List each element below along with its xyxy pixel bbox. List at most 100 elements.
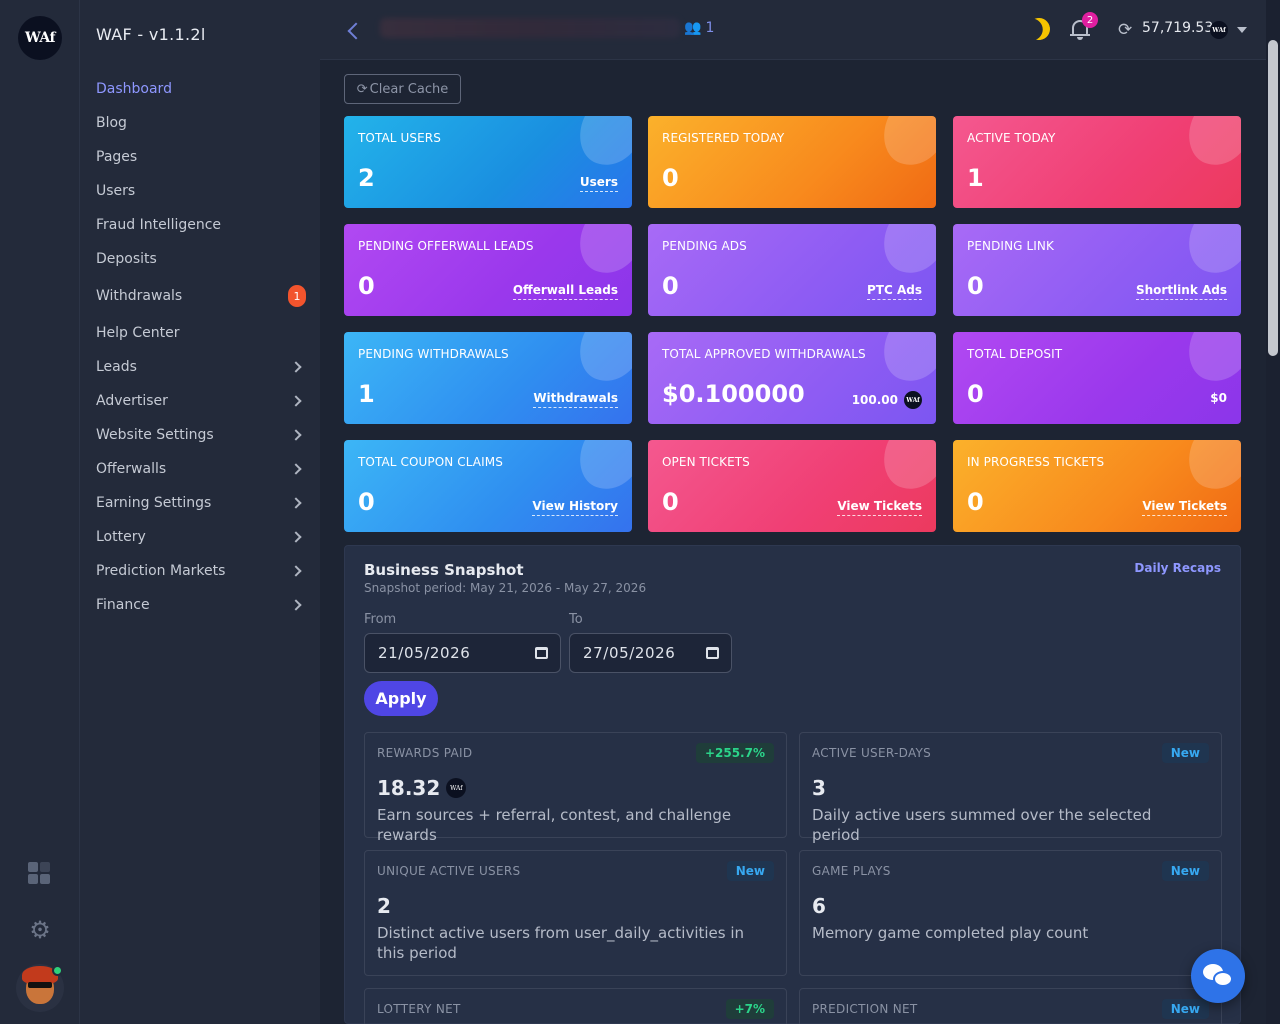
to-label: To <box>569 612 583 627</box>
sidebar-item-website-settings[interactable]: Website Settings <box>96 418 306 452</box>
withdrawals-count-badge: 1 <box>288 285 306 307</box>
card-pending-withdrawals: PENDING WITHDRAWALS 1 Withdrawals <box>344 332 632 424</box>
card-title: TOTAL COUPON CLAIMS <box>358 455 503 469</box>
sidebar-item-advertiser[interactable]: Advertiser <box>96 384 306 418</box>
blurred-announcement <box>380 18 680 38</box>
chat-bubble-icon <box>1213 971 1233 987</box>
sidebar-item-label: Website Settings <box>96 427 214 443</box>
card-value: 0 <box>967 380 984 408</box>
stat-new-badge: New <box>1161 999 1209 1019</box>
sidebar-item-help-center[interactable]: Help Center <box>96 316 306 350</box>
theme-toggle-moon-icon[interactable] <box>1025 15 1053 43</box>
chevron-right-icon <box>290 361 302 373</box>
stat-rewards-paid: REWARDS PAID +255.7% 18.32 WAf Earn sour… <box>364 732 787 844</box>
sidebar-item-lottery[interactable]: Lottery <box>96 520 306 554</box>
card-link-view-history[interactable]: View History <box>532 499 618 516</box>
clear-cache-button[interactable]: ⟳ Clear Cache <box>344 74 461 104</box>
snapshot-title: Business Snapshot <box>364 561 524 579</box>
card-title: PENDING ADS <box>662 239 747 253</box>
card-value: 1 <box>967 164 984 192</box>
online-users-count: 1 <box>705 20 715 36</box>
stat-title: GAME PLAYS <box>812 864 891 878</box>
dashboard-grid-icon[interactable] <box>28 862 52 886</box>
to-date-value: 27/05/2026 <box>583 644 676 662</box>
sidebar-item-label: Withdrawals <box>96 288 183 304</box>
stat-active-user-days: ACTIVE USER-DAYS New 3 Daily active user… <box>799 732 1222 844</box>
notification-count-badge: 2 <box>1082 12 1098 28</box>
calendar-icon[interactable] <box>706 647 719 659</box>
stat-description: Distinct active users from user_daily_ac… <box>377 924 745 962</box>
card-link-view-tickets[interactable]: View Tickets <box>1142 499 1227 516</box>
card-link-shortlink-ads[interactable]: Shortlink Ads <box>1135 283 1227 300</box>
sidebar-item-label: Help Center <box>96 325 180 341</box>
sidebar-item-prediction-markets[interactable]: Prediction Markets <box>96 554 306 588</box>
refresh-icon[interactable]: ⟳ <box>1118 20 1132 40</box>
card-link-ptc-ads[interactable]: PTC Ads <box>867 283 922 300</box>
stat-new-badge: New <box>726 861 774 881</box>
business-snapshot-panel: Business Snapshot Snapshot period: May 2… <box>344 545 1241 1024</box>
card-title: ACTIVE TODAY <box>967 131 1056 145</box>
card-value: 0 <box>967 272 984 300</box>
apply-button[interactable]: Apply <box>364 681 438 716</box>
card-link-withdrawals[interactable]: Withdrawals <box>533 391 618 408</box>
sidebar-item-leads[interactable]: Leads <box>96 350 306 384</box>
sidebar-item-label: Pages <box>96 149 138 165</box>
card-value: 0 <box>358 272 375 300</box>
card-value: 0 <box>662 164 679 192</box>
card-title: PENDING OFFERWALL LEADS <box>358 239 534 253</box>
card-value: 0 <box>358 488 375 516</box>
card-value: 1 <box>358 380 375 408</box>
stat-change-badge: +7% <box>725 999 774 1019</box>
card-open-tickets: OPEN TICKETS 0 View Tickets <box>648 440 936 532</box>
icon-rail: WAf ⚙ <box>0 0 80 1024</box>
sidebar-item-label: Lottery <box>96 529 146 545</box>
sidebar-item-finance[interactable]: Finance <box>96 588 306 622</box>
sidebar-item-offerwalls[interactable]: Offerwalls <box>96 452 306 486</box>
from-label: From <box>364 612 397 627</box>
card-link-users[interactable]: Users <box>579 175 618 192</box>
to-date-input[interactable]: 27/05/2026 <box>569 633 732 673</box>
card-total-coupon-claims: TOTAL COUPON CLAIMS 0 View History <box>344 440 632 532</box>
stat-description: Memory game completed play count <box>812 924 1089 942</box>
stat-game-plays: GAME PLAYS New 6 Memory game completed p… <box>799 850 1222 976</box>
from-date-input[interactable]: 21/05/2026 <box>364 633 561 673</box>
sidebar-item-label: Prediction Markets <box>96 563 226 579</box>
sidebar-item-label: Offerwalls <box>96 461 167 477</box>
sidebar-item-fraud-intelligence[interactable]: Fraud Intelligence <box>96 208 306 242</box>
coin-icon: WAf <box>904 391 922 409</box>
sidebar-item-earning-settings[interactable]: Earning Settings <box>96 486 306 520</box>
card-link-view-tickets[interactable]: View Tickets <box>837 499 922 516</box>
stat-change-badge: +255.7% <box>695 743 774 763</box>
calendar-icon[interactable] <box>535 647 548 659</box>
card-in-progress-tickets: IN PROGRESS TICKETS 0 View Tickets <box>953 440 1241 532</box>
gear-icon[interactable]: ⚙ <box>26 916 54 944</box>
sidebar-item-pages[interactable]: Pages <box>96 140 306 174</box>
stat-prediction-net: PREDICTION NET New <box>799 988 1222 1024</box>
card-coin-amount: 100.00 WAf <box>852 391 922 409</box>
balance-amount[interactable]: 57,719.53 <box>1142 20 1213 36</box>
stat-value: 3 <box>812 776 826 800</box>
sidebar-item-withdrawals[interactable]: Withdrawals 1 <box>96 276 306 316</box>
sidebar-item-deposits[interactable]: Deposits <box>96 242 306 276</box>
clear-cache-label: Clear Cache <box>369 81 449 97</box>
app-logo[interactable]: WAf <box>18 16 62 60</box>
back-arrow-icon[interactable] <box>346 20 360 40</box>
sidebar-item-dashboard[interactable]: Dashboard <box>96 72 306 106</box>
sidebar-item-label: Earning Settings <box>96 495 212 511</box>
chat-button[interactable] <box>1191 949 1245 1003</box>
stat-new-badge: New <box>1161 861 1209 881</box>
scrollbar-thumb[interactable] <box>1268 40 1278 356</box>
from-date-value: 21/05/2026 <box>378 644 471 662</box>
card-value: 0 <box>967 488 984 516</box>
stat-value: 6 <box>812 894 826 918</box>
sidebar: WAF - v1.1.2l Dashboard Blog Pages Users… <box>80 0 320 1024</box>
card-total-deposit: TOTAL DEPOSIT 0 $0 <box>953 332 1241 424</box>
sidebar-item-blog[interactable]: Blog <box>96 106 306 140</box>
card-title: TOTAL APPROVED WITHDRAWALS <box>662 347 866 361</box>
daily-recaps-link[interactable]: Daily Recaps <box>1134 561 1221 575</box>
sidebar-item-label: Deposits <box>96 251 157 267</box>
card-link-offerwall-leads[interactable]: Offerwall Leads <box>512 283 618 300</box>
sidebar-item-label: Finance <box>96 597 150 613</box>
sidebar-item-users[interactable]: Users <box>96 174 306 208</box>
chevron-down-icon[interactable] <box>1237 27 1247 33</box>
